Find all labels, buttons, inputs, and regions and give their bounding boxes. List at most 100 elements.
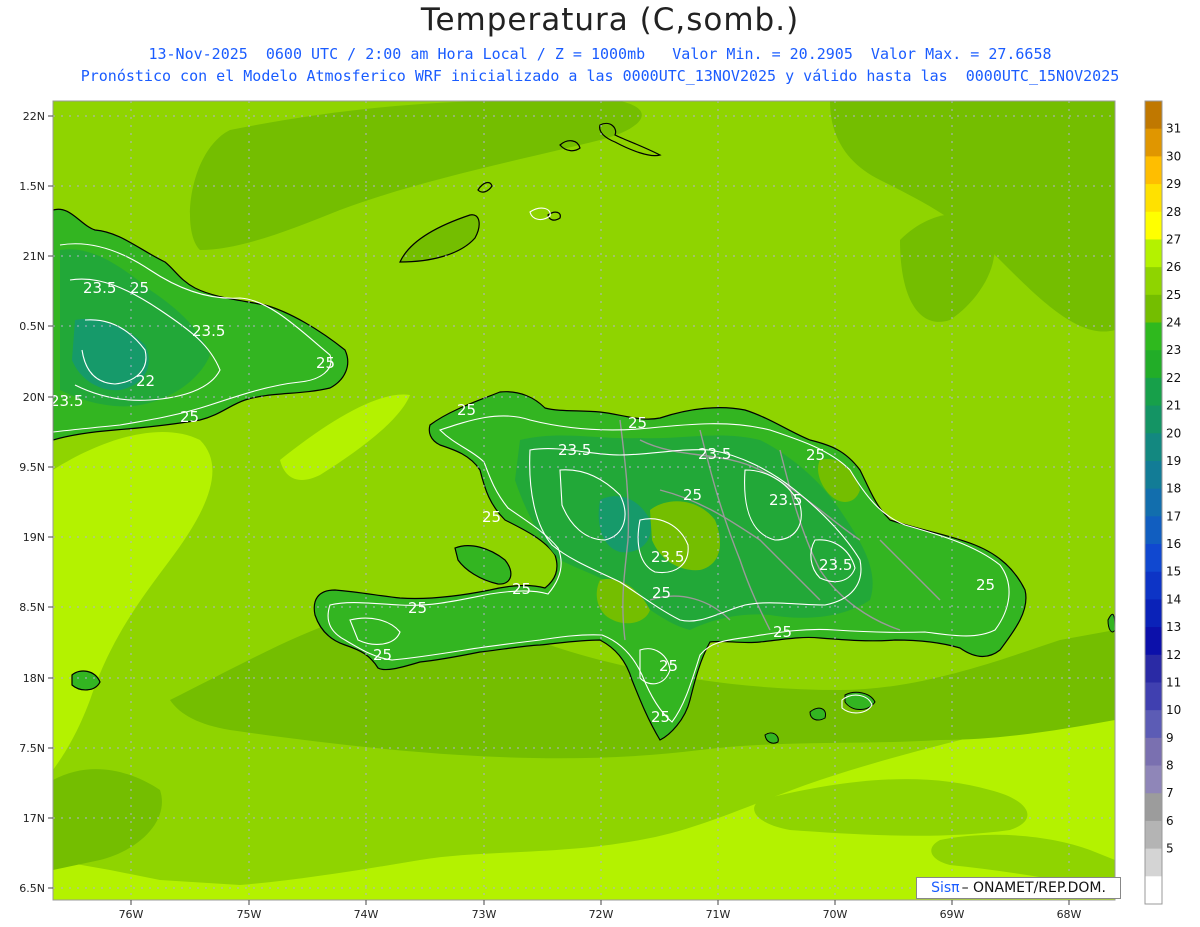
colorbar-label: 20 [1166,426,1181,440]
contour-label: 25 [457,401,476,419]
colorbar-swatch [1145,793,1162,822]
colorbar-swatch [1145,350,1162,379]
colorbar-label: 11 [1166,675,1181,689]
lat-label: 8.5N [19,601,45,614]
lat-label: 7.5N [19,742,45,755]
colorbar-swatch [1145,156,1162,185]
lon-label: 68W [1057,908,1082,921]
contour-label: 25 [408,599,427,617]
colorbar-label: 12 [1166,648,1181,662]
map-frame: 23.5 25 23.5 25 22 23.5 25 25 23.5 23.5 … [19,100,1181,921]
colorbar-label: 8 [1166,759,1174,773]
credit-brand: Sisπ [931,880,960,896]
contour-label: 25 [976,576,995,594]
colorbar-swatch [1145,682,1162,711]
colorbar: 31 30 29 28 27 26 25 24 23 22 21 20 19 18 17 16 15 14 13 12… [1144,100,1181,905]
colorbar-label: 5 [1166,842,1174,856]
longitude-axis: 76W 75W 74W 73W 72W 71W 70W 69W 68W [119,900,1082,921]
contour-label: 25 [628,414,647,432]
colorbar-swatch [1145,211,1162,240]
colorbar-swatch [1145,654,1162,683]
colorbar-swatch [1145,433,1162,462]
colorbar-swatch [1145,184,1162,213]
colorbar-swatch [1145,516,1162,545]
contour-label: 25 [316,354,335,372]
contour-label: 23.5 [83,279,116,297]
colorbar-label: 22 [1166,371,1181,385]
contour-label: 23.5 [50,392,83,410]
colorbar-swatch [1145,322,1162,351]
lon-label: 69W [940,908,965,921]
contour-label: 23.5 [651,548,684,566]
lon-label: 74W [354,908,379,921]
colorbar-swatch [1145,239,1162,268]
colorbar-label: 6 [1166,814,1174,828]
credit-box: Sisπ – ONAMET/REP.DOM. [916,877,1121,899]
colorbar-swatch [1145,599,1162,628]
colorbar-label: 31 [1166,122,1181,136]
colorbar-swatch [1145,820,1162,850]
colorbar-swatch [1145,488,1162,517]
colorbar-swatch [1145,405,1162,434]
colorbar-label: 15 [1166,565,1181,579]
lon-label: 73W [472,908,497,921]
lat-label: 9.5N [19,461,45,474]
colorbar-label: 25 [1166,288,1181,302]
contour-label: 23.5 [558,441,591,459]
contour-label: 25 [482,508,501,526]
colorbar-label: 28 [1166,205,1181,219]
lon-label: 72W [589,908,614,921]
contour-label: 25 [652,584,671,602]
contour-label: 23.5 [698,445,731,463]
colorbar-label: 30 [1166,149,1181,163]
credit-text: – ONAMET/REP.DOM. [961,880,1106,896]
latitude-axis: 22N 1.5N 21N 0.5N 20N 9.5N 19N 8.5N 18N … [19,110,53,895]
contour-label: 23.5 [819,556,852,574]
colorbar-swatch [1145,377,1162,407]
colorbar-swatch [1145,460,1162,490]
colorbar-swatch [1145,876,1162,905]
lat-label: 22N [23,110,45,123]
contour-label: 25 [512,580,531,598]
colorbar-label: 26 [1166,260,1181,274]
lon-label: 71W [706,908,731,921]
lon-label: 76W [119,908,144,921]
colorbar-label: 27 [1166,232,1181,246]
colorbar-label: 19 [1166,454,1181,468]
lat-label: 0.5N [19,320,45,333]
colorbar-label: 21 [1166,399,1181,413]
colorbar-swatch [1145,571,1162,600]
contour-label: 25 [683,486,702,504]
contour-label: 25 [659,657,678,675]
colorbar-swatch [1145,737,1162,767]
colorbar-label: 24 [1166,316,1181,330]
lon-label: 75W [237,908,262,921]
lat-label: 21N [23,250,45,263]
contour-label: 25 [373,646,392,664]
colorbar-swatch [1145,848,1162,877]
colorbar-label: 14 [1166,592,1181,606]
colorbar-label: 16 [1166,537,1181,551]
lat-label: 19N [23,531,45,544]
contour-label: 22 [136,372,155,390]
colorbar-label: 9 [1166,731,1174,745]
colorbar-label: 7 [1166,786,1174,800]
colorbar-swatch [1145,267,1162,296]
colorbar-label: 18 [1166,482,1181,496]
colorbar-swatch [1145,710,1162,739]
contour-label: 25 [180,408,199,426]
colorbar-label: 29 [1166,177,1181,191]
lat-label: 17N [23,812,45,825]
colorbar-swatch [1145,627,1162,656]
lon-label: 70W [823,908,848,921]
temperature-field: 23.5 25 23.5 25 22 23.5 25 25 23.5 23.5 … [50,101,1115,900]
colorbar-swatch [1145,128,1162,157]
lat-label: 20N [23,391,45,404]
colorbar-swatch [1145,765,1162,794]
colorbar-swatch [1145,294,1162,324]
colorbar-label: 17 [1166,509,1181,523]
contour-label: 25 [773,623,792,641]
contour-label: 23.5 [769,491,802,509]
colorbar-label: 13 [1166,620,1181,634]
lat-label: 18N [23,672,45,685]
